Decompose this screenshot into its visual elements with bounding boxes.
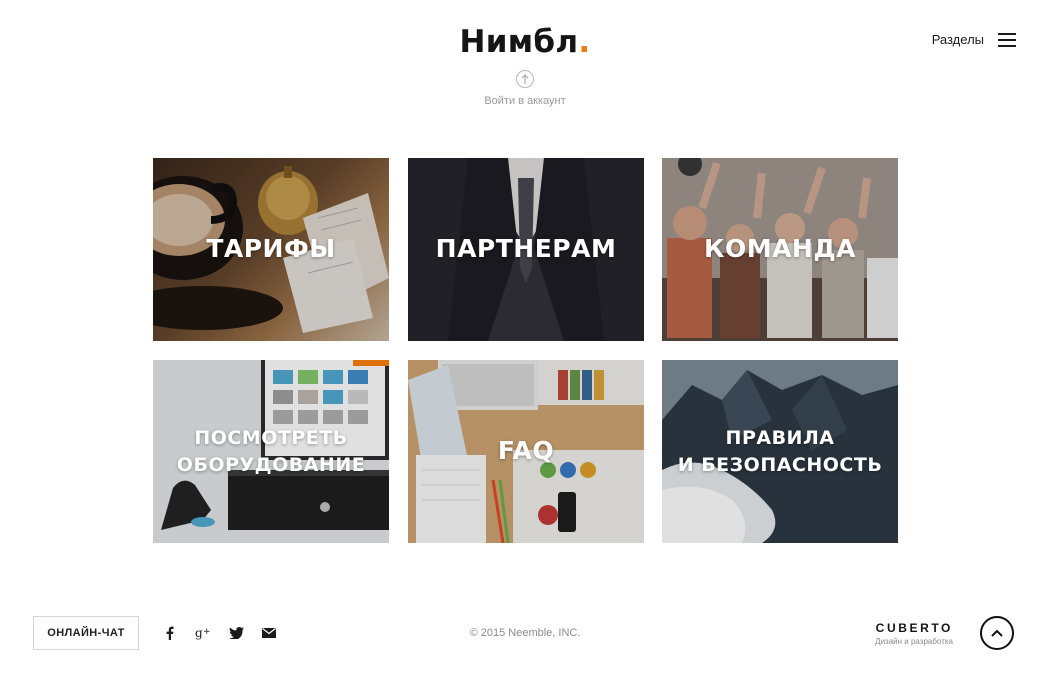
tile-equipment-label-line1: посмотреть bbox=[194, 427, 348, 450]
developer-credit[interactable]: CUBERTO Дизайн и разработка bbox=[875, 621, 953, 646]
sections-grid: Тарифы Партнерам bbox=[153, 158, 898, 543]
tile-partners[interactable]: Партнерам bbox=[408, 158, 644, 341]
tile-equipment-label-line2: оборудование bbox=[176, 453, 366, 476]
tile-tariffs-label: Тарифы bbox=[206, 234, 336, 264]
tile-faq[interactable]: FAQ bbox=[408, 360, 644, 543]
login-link[interactable]: Войти в аккаунт bbox=[450, 70, 600, 107]
site-footer: ОНЛАЙН-ЧАТ g + © 2015 Neemble, INC. CUBER… bbox=[0, 616, 1050, 650]
tile-equipment[interactable]: посмотреть оборудование bbox=[153, 360, 389, 543]
tile-team[interactable]: Команда bbox=[662, 158, 898, 341]
tile-partners-label: Партнерам bbox=[435, 234, 617, 264]
tile-rules-security[interactable]: Правила и безопасность bbox=[662, 360, 898, 543]
logo-dot: . bbox=[578, 24, 591, 60]
hamburger-menu-icon[interactable] bbox=[998, 32, 1016, 47]
tile-team-label: Команда bbox=[704, 234, 856, 264]
sections-label[interactable]: Разделы bbox=[932, 32, 984, 47]
site-logo[interactable]: Нимбл. bbox=[0, 24, 1050, 60]
developer-name: CUBERTO bbox=[875, 621, 953, 635]
developer-subtitle: Дизайн и разработка bbox=[875, 637, 953, 646]
sections-menu[interactable]: Разделы bbox=[932, 32, 1016, 47]
scroll-to-top-button[interactable] bbox=[980, 616, 1014, 650]
logo-text: Нимбл bbox=[459, 24, 579, 60]
tile-equipment-label: посмотреть оборудование bbox=[177, 425, 365, 477]
tile-rules-label-line1: Правила bbox=[725, 427, 835, 450]
tile-rules-label-line2: и безопасность bbox=[677, 453, 883, 476]
login-label: Войти в аккаунт bbox=[484, 95, 566, 107]
site-header: Нимбл. Войти в аккаунт Разделы bbox=[0, 0, 1050, 140]
tile-rules-label: Правила и безопасность bbox=[678, 425, 883, 477]
tile-faq-label: FAQ bbox=[497, 436, 555, 466]
upload-arrow-circle-icon bbox=[516, 70, 534, 88]
chevron-up-icon bbox=[991, 629, 1003, 637]
tile-tariffs[interactable]: Тарифы bbox=[153, 158, 389, 341]
